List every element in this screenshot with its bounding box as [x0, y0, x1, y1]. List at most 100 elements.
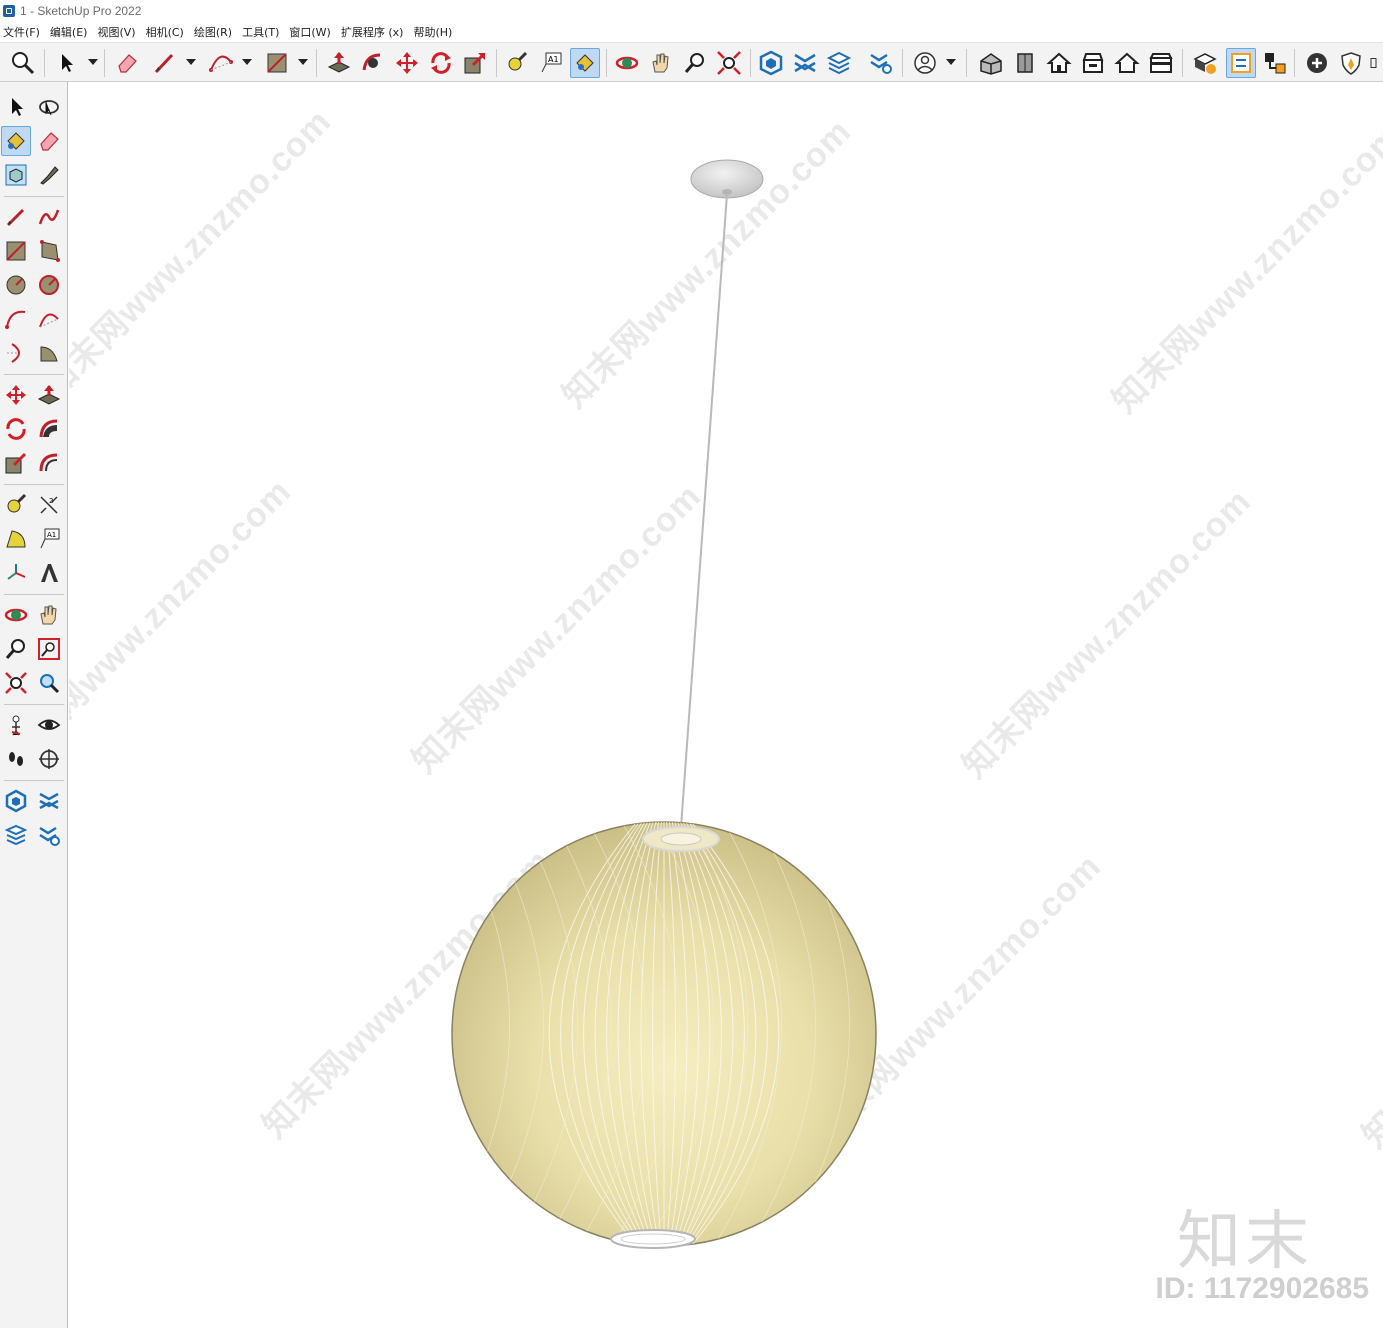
3d-warehouse-icon[interactable]	[756, 48, 786, 78]
menu-draw[interactable]: 绘图(R)	[190, 24, 238, 40]
offset-icon[interactable]	[34, 448, 64, 478]
chevron-down-icon[interactable]	[242, 59, 252, 65]
menu-window[interactable]: 窗口(W)	[285, 24, 336, 40]
zoom-magnifier-icon[interactable]	[1, 634, 31, 664]
pan-hand-icon[interactable]	[646, 48, 676, 78]
rectangle-icon[interactable]	[262, 48, 292, 78]
make-component-icon[interactable]	[1, 160, 31, 190]
profile-avatar-icon[interactable]	[910, 48, 940, 78]
zoom-magnifier-icon[interactable]	[680, 48, 710, 78]
back-view-icon[interactable]	[1112, 48, 1142, 78]
zoom-icon[interactable]	[8, 48, 38, 78]
dimension-icon[interactable]: 2	[34, 490, 64, 520]
front-view-icon[interactable]	[1010, 48, 1040, 78]
eraser-icon[interactable]	[34, 126, 64, 156]
rotate-icon[interactable]	[1, 414, 31, 444]
freehand-icon[interactable]	[34, 202, 64, 232]
pencil-icon[interactable]	[150, 48, 180, 78]
menu-tools[interactable]: 工具(T)	[238, 24, 285, 40]
menu-help[interactable]: 帮助(H)	[409, 24, 458, 40]
suspension-cord	[680, 193, 728, 828]
two-point-arc-icon[interactable]	[34, 304, 64, 334]
move-icon[interactable]	[392, 48, 422, 78]
select-arrow-icon[interactable]	[52, 48, 82, 78]
polygon-icon[interactable]	[34, 270, 64, 300]
tag-tool-icon[interactable]	[34, 160, 64, 190]
3d-warehouse-icon[interactable]	[1, 786, 31, 816]
orbit-icon[interactable]	[1, 600, 31, 630]
chevron-down-icon[interactable]	[88, 59, 98, 65]
rotated-rectangle-icon[interactable]	[34, 236, 64, 266]
model-id-watermark: ID: 1172902685	[1155, 1272, 1369, 1305]
scale-icon[interactable]	[460, 48, 490, 78]
previous-view-icon[interactable]	[34, 668, 64, 698]
zoom-extents-icon[interactable]	[714, 48, 744, 78]
rectangle-icon[interactable]	[1, 236, 31, 266]
position-camera-icon[interactable]	[1, 710, 31, 740]
more-tools-icon[interactable]	[1370, 48, 1383, 78]
3d-text-icon[interactable]	[34, 558, 64, 588]
extension-warehouse-icon[interactable]	[34, 786, 64, 816]
eraser-icon[interactable]	[112, 48, 142, 78]
text-label-icon[interactable]: A1	[34, 524, 64, 554]
add-location-icon[interactable]	[1302, 48, 1332, 78]
layers-upload-icon[interactable]	[824, 48, 854, 78]
menu-extensions[interactable]: 扩展程序 (x)	[337, 24, 410, 40]
sketchup-app-icon	[3, 5, 15, 17]
paint-bucket-icon[interactable]	[570, 48, 600, 78]
chevron-down-icon[interactable]	[186, 59, 196, 65]
section-plane-icon[interactable]	[34, 744, 64, 774]
menu-file[interactable]: 文件(F)	[0, 24, 46, 40]
znzmo-logo-watermark: 知末	[1177, 1205, 1313, 1279]
rotate-icon[interactable]	[426, 48, 456, 78]
layers-upload-icon[interactable]	[1, 820, 31, 850]
push-pull-icon[interactable]	[324, 48, 354, 78]
model-viewport[interactable]: 知末网www.znzmo.com 知末网www.znzmo.com 知末网www…	[69, 82, 1383, 1328]
paint-bucket-icon[interactable]	[1, 126, 31, 156]
outliner-icon[interactable]	[1226, 48, 1256, 78]
left-view-icon[interactable]	[1146, 48, 1176, 78]
pencil-icon[interactable]	[1, 202, 31, 232]
menu-edit[interactable]: 编辑(E)	[46, 24, 94, 40]
title-bar: 1 - SketchUp Pro 2022	[0, 0, 1383, 22]
scale-icon[interactable]	[1, 448, 31, 478]
section-plane-icon[interactable]	[1190, 48, 1220, 78]
select-arrow-icon[interactable]	[2, 92, 32, 122]
orbit-icon[interactable]	[612, 48, 642, 78]
iso-view-icon[interactable]	[976, 48, 1006, 78]
styles-shield-icon[interactable]	[1336, 48, 1366, 78]
pan-hand-icon[interactable]	[34, 600, 64, 630]
pie-icon[interactable]	[34, 338, 64, 368]
chevron-down-icon[interactable]	[946, 59, 956, 65]
window-title: 1 - SketchUp Pro 2022	[20, 4, 142, 18]
arc-icon[interactable]	[1, 304, 31, 334]
protractor-icon[interactable]	[1, 524, 31, 554]
zoom-extents-icon[interactable]	[1, 668, 31, 698]
pendant-lamp-model[interactable]	[69, 82, 1383, 1328]
extension-manager-icon[interactable]	[34, 820, 64, 850]
home-top-view-icon[interactable]	[1044, 48, 1074, 78]
arc-icon[interactable]	[206, 48, 236, 78]
svg-text:A1: A1	[548, 55, 559, 64]
components-icon[interactable]	[1260, 48, 1290, 78]
look-around-eye-icon[interactable]	[34, 710, 64, 740]
lasso-select-icon[interactable]	[34, 92, 64, 122]
menu-view[interactable]: 视图(V)	[93, 24, 141, 40]
circle-icon[interactable]	[1, 270, 31, 300]
right-view-icon[interactable]	[1078, 48, 1108, 78]
extension-warehouse-icon[interactable]	[790, 48, 820, 78]
tape-measure-icon[interactable]	[502, 48, 532, 78]
axes-icon[interactable]	[1, 558, 31, 588]
follow-me-icon[interactable]	[358, 48, 388, 78]
move-icon[interactable]	[1, 380, 31, 410]
chevron-down-icon[interactable]	[298, 59, 308, 65]
zoom-window-icon[interactable]	[34, 634, 64, 664]
tape-measure-icon[interactable]	[1, 490, 31, 520]
walk-footprints-icon[interactable]	[1, 744, 31, 774]
follow-me-icon[interactable]	[34, 414, 64, 444]
extension-manager-icon[interactable]	[866, 48, 896, 78]
menu-camera[interactable]: 相机(C)	[142, 24, 190, 40]
text-label-icon[interactable]: A1	[536, 48, 566, 78]
three-point-arc-icon[interactable]	[1, 338, 31, 368]
push-pull-icon[interactable]	[34, 380, 64, 410]
